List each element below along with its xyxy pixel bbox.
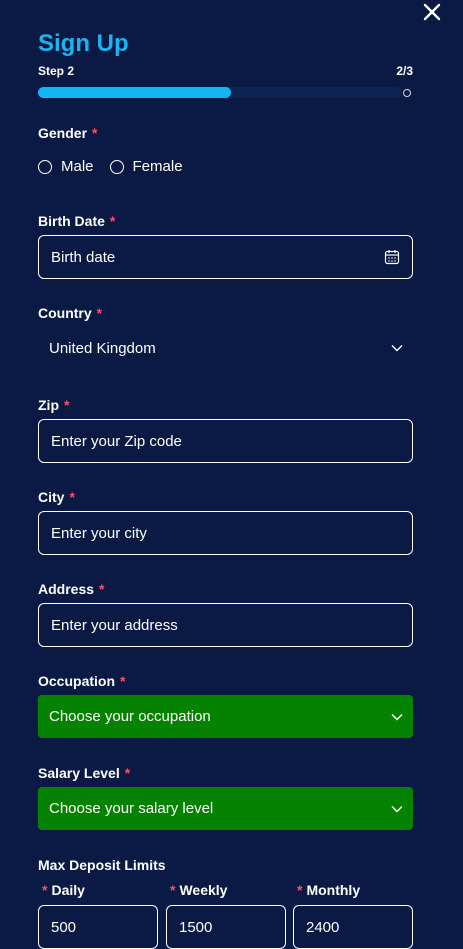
required-mark: * <box>109 213 116 229</box>
city-input[interactable] <box>38 511 413 555</box>
chevron-down-icon <box>391 713 403 720</box>
chevron-down-icon <box>391 805 403 812</box>
required-mark: * <box>42 882 48 898</box>
zip-label: Zip * <box>38 397 70 413</box>
monthly-limit-input[interactable] <box>293 905 413 949</box>
gender-radio-male[interactable]: Male <box>38 158 94 175</box>
gender-radio-female[interactable]: Female <box>109 158 183 175</box>
required-mark: * <box>120 673 126 689</box>
gender-radio-group: Male Female <box>38 158 199 175</box>
weekly-limit-label: * Weekly <box>170 882 228 898</box>
radio-circle-icon <box>109 159 124 174</box>
step-label: Step 2 <box>38 64 75 78</box>
daily-limit-label: * Daily <box>42 882 85 898</box>
page-title: Sign Up <box>38 30 129 57</box>
required-mark: * <box>64 397 70 413</box>
progress-fill <box>38 87 231 98</box>
gender-label: Gender * <box>38 125 98 141</box>
required-mark: * <box>69 489 75 505</box>
required-mark: * <box>170 882 176 898</box>
required-mark: * <box>92 125 98 141</box>
country-select[interactable]: United Kingdom <box>38 330 413 366</box>
chevron-down-icon <box>391 345 403 352</box>
occupation-select[interactable]: Choose your occupation <box>38 695 413 738</box>
required-mark: * <box>124 765 131 781</box>
zip-input[interactable] <box>38 419 413 463</box>
daily-limit-input[interactable] <box>38 905 158 949</box>
calendar-icon[interactable] <box>384 249 400 265</box>
address-label: Address * <box>38 581 105 597</box>
required-mark: * <box>99 581 105 597</box>
monthly-limit-label: * Monthly <box>297 882 361 898</box>
birth-date-input[interactable] <box>38 235 413 279</box>
salary-level-label: Salary Level * <box>38 765 131 781</box>
radio-circle-icon <box>38 159 52 174</box>
country-label: Country * <box>38 305 103 321</box>
required-mark: * <box>297 882 303 898</box>
city-label: City * <box>38 489 75 505</box>
deposit-limits-title: Max Deposit Limits <box>38 857 166 873</box>
required-mark: * <box>96 305 103 321</box>
salary-level-select[interactable]: Choose your salary level <box>38 787 413 830</box>
close-button[interactable] <box>420 0 444 24</box>
weekly-limit-input[interactable] <box>166 905 286 949</box>
birth-date-label: Birth Date * <box>38 213 116 229</box>
close-icon <box>423 3 441 21</box>
address-input[interactable] <box>38 603 413 647</box>
occupation-label: Occupation * <box>38 673 126 689</box>
progress-end-marker <box>403 89 411 97</box>
step-count: 2/3 <box>396 64 413 78</box>
progress-bar <box>38 87 402 98</box>
